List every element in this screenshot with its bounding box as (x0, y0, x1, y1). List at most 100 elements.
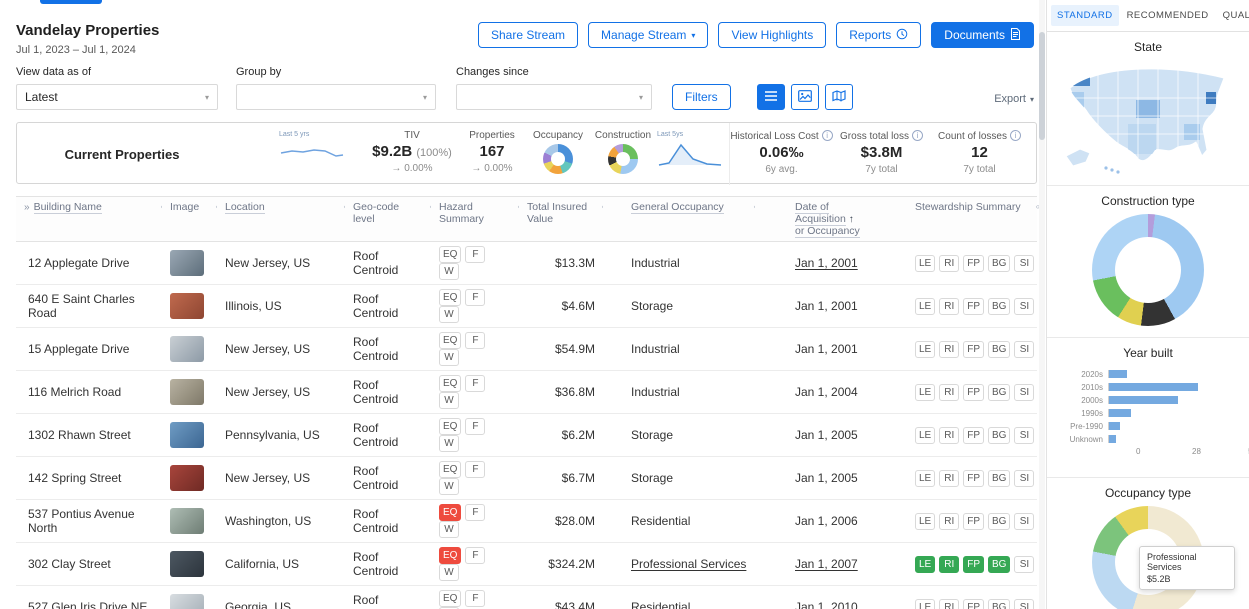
tab-quality[interactable]: QUALITY (1217, 5, 1249, 26)
share-stream-button[interactable]: Share Stream (478, 22, 578, 48)
building-photo[interactable] (170, 551, 204, 577)
building-name-cell[interactable]: 302 Clay Street (16, 543, 162, 586)
geocode-cell: Roof Centroid (345, 328, 431, 371)
building-name-cell[interactable]: 640 E Saint Charles Road (16, 285, 162, 328)
building-name-cell[interactable]: 527 Glen Iris Drive NE (16, 586, 162, 609)
tooltip-value: $5.2B (1147, 574, 1227, 584)
scrollbar[interactable] (1039, 0, 1045, 609)
column-location[interactable]: Location‹› (217, 197, 345, 242)
building-name-cell[interactable]: 1302 Rhawn Street (16, 414, 162, 457)
bg-stewardship-chip: BG (988, 255, 1010, 272)
reports-button[interactable]: Reports (836, 22, 921, 48)
view-data-label: View data as of (16, 66, 218, 78)
us-choropleth-map[interactable] (1058, 58, 1238, 176)
manage-stream-button[interactable]: Manage Stream▾ (588, 22, 708, 48)
earthquake-hazard-chip: EQ (439, 504, 461, 521)
geocode-cell: Roof Centroid (345, 500, 431, 543)
table-row[interactable]: 142 Spring Street New Jersey, US Roof Ce… (16, 457, 1037, 500)
location-cell: California, US (217, 543, 345, 586)
earthquake-hazard-chip: EQ (439, 246, 461, 263)
building-name-cell[interactable]: 116 Melrich Road (16, 371, 162, 414)
info-icon[interactable]: i (822, 130, 833, 141)
location-cell: New Jersey, US (217, 242, 345, 285)
group-by-select[interactable]: ▾ (236, 84, 436, 110)
occupancy-mini-donut[interactable] (543, 144, 573, 174)
building-photo[interactable] (170, 379, 204, 405)
filters-button[interactable]: Filters (672, 84, 731, 110)
building-photo[interactable] (170, 250, 204, 276)
construction-mini-donut[interactable] (608, 144, 638, 174)
changes-since-select[interactable]: ▾ (456, 84, 652, 110)
geocode-cell: Roof Centroid (345, 242, 431, 285)
flood-hazard-chip: F (465, 246, 485, 263)
fp-stewardship-chip: FP (963, 556, 984, 573)
building-photo[interactable] (170, 594, 204, 609)
column-hazard[interactable]: Hazard Summary‹› (431, 197, 519, 242)
column-date[interactable]: Date of Acquisition ↑or Occupancy (755, 197, 877, 242)
tiv-cell: $324.2M (519, 543, 603, 586)
tiv-cell: $43.4M (519, 586, 603, 609)
construction-chart-title: Construction type (1047, 186, 1249, 208)
view-data-select[interactable]: Latest▾ (16, 84, 218, 110)
scrollbar-thumb[interactable] (1039, 32, 1045, 140)
flood-hazard-chip: F (465, 461, 485, 478)
hazard-summary-cell: EQFW (431, 457, 519, 500)
si-stewardship-chip: SI (1014, 298, 1034, 315)
info-icon[interactable]: i (1010, 130, 1021, 141)
sort-asc-icon[interactable]: ↑ (849, 214, 854, 225)
column-geocode[interactable]: Geo-code level‹› (345, 197, 431, 242)
table-row[interactable]: 527 Glen Iris Drive NE Georgia, US Roof … (16, 586, 1037, 609)
map-view-button[interactable] (825, 84, 853, 110)
chevron-down-icon: ▾ (205, 93, 209, 102)
year-built-section: Year built 2020s2010s2000s1990sPre-1990U… (1047, 338, 1249, 478)
building-name-cell[interactable]: 15 Applegate Drive (16, 328, 162, 371)
column-image[interactable]: Image‹› (162, 197, 217, 242)
expand-icon[interactable]: » (24, 202, 30, 213)
stewardship-cell: LERIFPBGSI (877, 500, 1037, 543)
table-row[interactable]: 1302 Rhawn Street Pennsylvania, US Roof … (16, 414, 1037, 457)
building-photo[interactable] (170, 336, 204, 362)
hazard-summary-cell: EQFW (431, 242, 519, 285)
info-icon[interactable]: i (912, 130, 923, 141)
building-name-cell[interactable]: 142 Spring Street (16, 457, 162, 500)
image-cell (162, 285, 217, 328)
column-occupancy[interactable]: General Occupancy‹› (603, 197, 755, 242)
chevron-down-icon: ▾ (691, 31, 695, 40)
image-cell (162, 371, 217, 414)
view-data-field: View data as of Latest▾ (16, 66, 218, 110)
table-row[interactable]: 12 Applegate Drive New Jersey, US Roof C… (16, 242, 1037, 285)
table-row[interactable]: 537 Pontius Avenue North Washington, US … (16, 500, 1037, 543)
column-tiv[interactable]: Total Insured Value‹› (519, 197, 603, 242)
documents-button[interactable]: Documents (931, 22, 1034, 48)
building-photo[interactable] (170, 465, 204, 491)
column-stewardship[interactable]: Stewardship Summary‹› (877, 197, 1037, 242)
building-name-cell[interactable]: 12 Applegate Drive (16, 242, 162, 285)
table-row[interactable]: 116 Melrich Road New Jersey, US Roof Cen… (16, 371, 1037, 414)
table-row[interactable]: 15 Applegate Drive New Jersey, US Roof C… (16, 328, 1037, 371)
date-cell: Jan 1, 2007 (755, 543, 877, 586)
construction-type-section: Construction type (1047, 186, 1249, 338)
clock-icon (896, 28, 908, 43)
building-photo[interactable] (170, 293, 204, 319)
export-button[interactable]: Export▾ (994, 93, 1034, 110)
geocode-cell: Roof Centroid (345, 414, 431, 457)
bg-stewardship-chip: BG (988, 470, 1010, 487)
tab-standard[interactable]: STANDARD (1051, 5, 1119, 26)
view-highlights-button[interactable]: View Highlights (718, 22, 826, 48)
building-photo[interactable] (170, 508, 204, 534)
gallery-view-button[interactable] (791, 84, 819, 110)
year-built-chart[interactable]: 2020s2010s2000s1990sPre-1990Unknown (1062, 368, 1234, 445)
location-cell: Illinois, US (217, 285, 345, 328)
earthquake-hazard-chip: EQ (439, 332, 461, 349)
insights-panel: STANDARD RECOMMENDED QUALITY State (1046, 0, 1249, 609)
table-row[interactable]: 640 E Saint Charles Road Illinois, US Ro… (16, 285, 1037, 328)
construction-type-donut[interactable] (1092, 214, 1204, 326)
axis-tick: 28 (1192, 447, 1201, 456)
tab-recommended[interactable]: RECOMMENDED (1121, 5, 1215, 26)
list-view-button[interactable] (757, 84, 785, 110)
building-name-cell[interactable]: 537 Pontius Avenue North (16, 500, 162, 543)
image-cell (162, 586, 217, 609)
table-row[interactable]: 302 Clay Street California, US Roof Cent… (16, 543, 1037, 586)
column-building-name[interactable]: »Building Name‹› (16, 197, 162, 242)
building-photo[interactable] (170, 422, 204, 448)
